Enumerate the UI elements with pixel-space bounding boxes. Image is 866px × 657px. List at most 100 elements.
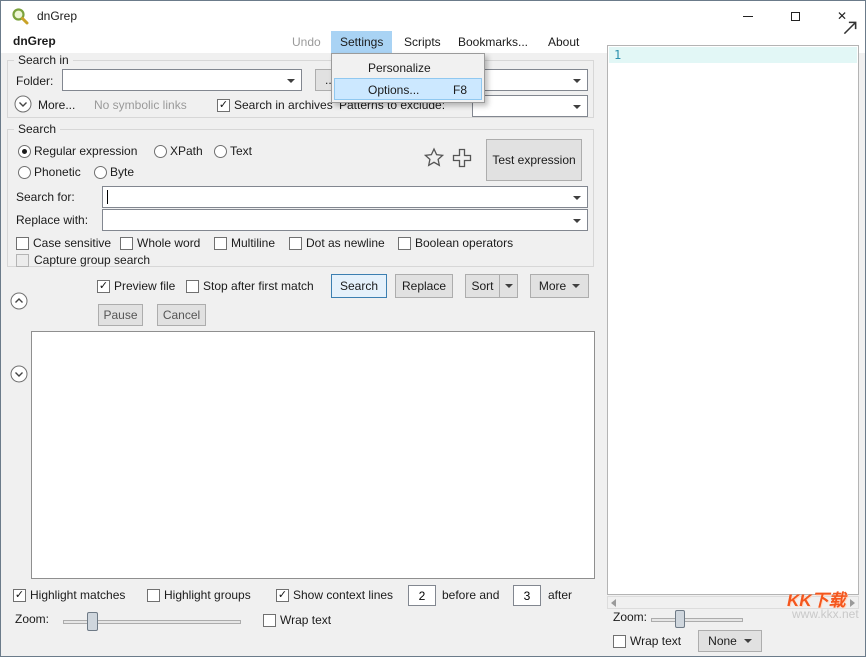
menu-item-undo: Undo <box>283 31 330 53</box>
dot-as-newline-checkbox[interactable] <box>289 237 302 250</box>
test-expression-button[interactable]: Test expression <box>486 139 582 181</box>
search-in-group: Search in Folder: ... More... No symboli… <box>7 60 594 118</box>
chevron-down-icon <box>744 639 752 643</box>
favorites-star-icon[interactable] <box>422 146 446 170</box>
results-zoom-slider-thumb[interactable] <box>87 612 98 631</box>
search-button[interactable]: Search <box>331 274 387 298</box>
preview-file-label: Preview file <box>114 279 175 293</box>
whole-word-checkbox[interactable] <box>120 237 133 250</box>
radio-xpath-label: XPath <box>170 144 203 158</box>
sort-dropdown-button[interactable] <box>499 274 518 298</box>
text-caret <box>107 190 108 204</box>
more-options-expander-icon[interactable] <box>14 95 32 113</box>
maximize-button[interactable] <box>772 1 818 31</box>
more-dropdown-label: More <box>539 279 566 293</box>
window-title: dnGrep <box>37 9 77 23</box>
boolean-operators-label: Boolean operators <box>415 236 513 250</box>
replace-with-label: Replace with: <box>16 213 88 227</box>
results-wrap-text-checkbox[interactable] <box>263 614 276 627</box>
menu-item-options[interactable]: Options... F8 <box>334 78 482 100</box>
search-for-label: Search for: <box>16 190 75 204</box>
context-after-input[interactable] <box>513 585 541 606</box>
radio-dot <box>22 149 27 154</box>
highlight-groups-label: Highlight groups <box>164 588 251 602</box>
settings-dropdown-menu: Personalize Options... F8 <box>331 53 485 103</box>
replace-with-combobox[interactable] <box>102 209 588 231</box>
syntax-selector-dropdown[interactable]: None <box>698 630 762 652</box>
minimize-button[interactable] <box>725 1 771 31</box>
menu-item-bookmarks[interactable]: Bookmarks... <box>449 31 537 53</box>
before-and-label: before and <box>442 588 499 602</box>
maximize-icon <box>791 12 800 21</box>
combo-arrow-icon <box>573 196 581 200</box>
dngrep-window: dnGrep ✕ dnGrep Undo Settings Scripts Bo… <box>0 0 866 657</box>
preview-zoom-slider-track[interactable] <box>651 618 743 622</box>
search-for-combobox[interactable] <box>102 186 588 208</box>
replace-button[interactable]: Replace <box>395 274 453 298</box>
results-area[interactable] <box>31 331 595 579</box>
titlebar: dnGrep ✕ <box>1 1 866 31</box>
more-dropdown-button[interactable]: More <box>530 274 589 298</box>
boolean-operators-checkbox[interactable] <box>398 237 411 250</box>
add-plus-icon[interactable] <box>450 146 474 170</box>
menu-item-about[interactable]: About <box>539 31 588 53</box>
radio-xpath[interactable] <box>154 145 167 158</box>
search-group: Search Regular expression XPath Text Pho… <box>7 129 594 267</box>
preview-zoom-slider-thumb[interactable] <box>675 610 685 628</box>
preview-popout-icon[interactable] <box>841 19 859 37</box>
menu-item-options-label: Options... <box>368 83 419 97</box>
combo-arrow-icon <box>573 105 581 109</box>
multiline-label: Multiline <box>231 236 275 250</box>
radio-phonetic[interactable] <box>18 166 31 179</box>
show-context-lines-label: Show context lines <box>293 588 393 602</box>
preview-file-checkbox[interactable]: ✓ <box>97 280 110 293</box>
sort-button[interactable]: Sort <box>465 274 500 298</box>
menu-item-personalize[interactable]: Personalize <box>334 56 482 78</box>
combo-arrow-icon <box>573 219 581 223</box>
whole-word-label: Whole word <box>137 236 200 250</box>
show-context-lines-checkbox[interactable]: ✓ <box>276 589 289 602</box>
folder-combobox[interactable] <box>62 69 302 91</box>
results-expander-icon[interactable] <box>10 365 28 383</box>
highlight-matches-checkbox[interactable]: ✓ <box>13 589 26 602</box>
case-sensitive-label: Case sensitive <box>33 236 111 250</box>
file-pattern-combobox[interactable] <box>472 69 588 91</box>
results-wrap-text-label: Wrap text <box>280 613 331 627</box>
menu-item-personalize-label: Personalize <box>368 61 431 75</box>
stop-after-first-match-label: Stop after first match <box>203 279 314 293</box>
search-in-group-label: Search in <box>14 53 73 67</box>
preview-editor[interactable]: 1 <box>607 45 859 595</box>
preview-highlighted-line <box>609 47 857 63</box>
collapse-options-expander-icon[interactable] <box>10 292 28 310</box>
menu-app-label: dnGrep <box>13 34 56 48</box>
case-sensitive-checkbox[interactable] <box>16 237 29 250</box>
menu-item-options-shortcut: F8 <box>453 79 467 101</box>
preview-line-number: 1 <box>614 48 621 62</box>
radio-text[interactable] <box>214 145 227 158</box>
search-group-label: Search <box>14 122 60 136</box>
highlight-groups-checkbox[interactable] <box>147 589 160 602</box>
scroll-left-icon[interactable] <box>611 599 616 607</box>
radio-byte-label: Byte <box>110 165 134 179</box>
watermark-url: www.kkx.net <box>792 607 859 621</box>
more-options-label[interactable]: More... <box>38 98 75 112</box>
radio-regular-expression[interactable] <box>18 145 31 158</box>
combo-arrow-icon <box>287 79 295 83</box>
patterns-exclude-combobox[interactable] <box>472 95 588 117</box>
radio-phonetic-label: Phonetic <box>34 165 81 179</box>
stop-after-first-match-checkbox[interactable] <box>186 280 199 293</box>
cancel-button: Cancel <box>157 304 206 326</box>
radio-byte[interactable] <box>94 166 107 179</box>
preview-wrap-text-label: Wrap text <box>630 634 681 648</box>
menu-item-settings[interactable]: Settings <box>331 31 392 53</box>
multiline-checkbox[interactable] <box>214 237 227 250</box>
highlight-matches-label: Highlight matches <box>30 588 125 602</box>
context-before-input[interactable] <box>408 585 436 606</box>
search-in-archives-checkbox[interactable]: ✓ <box>217 99 230 112</box>
capture-group-search-label: Capture group search <box>34 253 150 267</box>
menu-item-scripts[interactable]: Scripts <box>395 31 450 53</box>
app-icon <box>11 7 29 25</box>
preview-wrap-text-checkbox[interactable] <box>613 635 626 648</box>
scroll-right-icon[interactable] <box>850 599 855 607</box>
search-in-archives-label: Search in archives <box>234 98 333 112</box>
